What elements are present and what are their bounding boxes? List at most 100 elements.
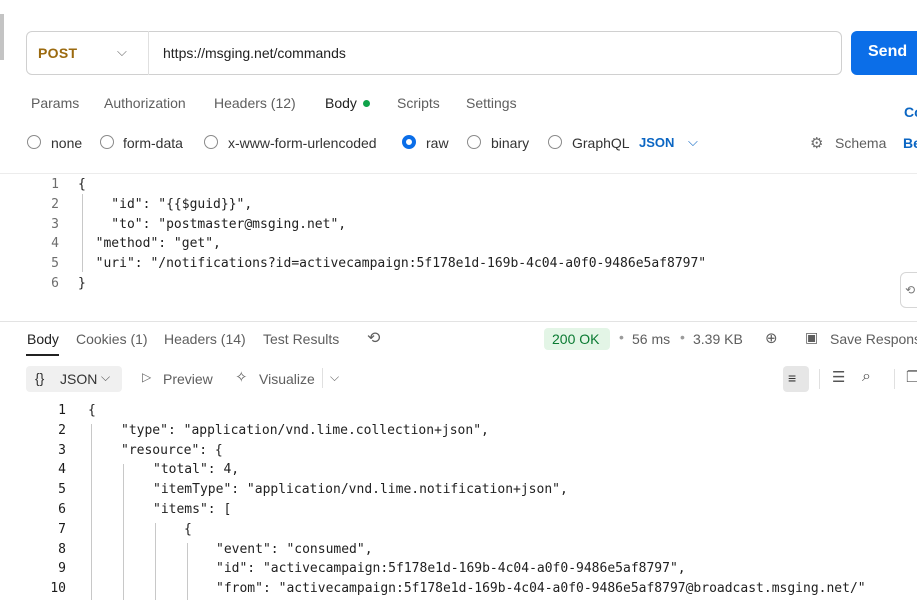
code-line: "from": "activecampaign:5f178e1d-169b-4c… [216,581,866,596]
response-size[interactable]: 3.39 KB [693,331,743,347]
chevron-down-icon[interactable]: ⌵ [688,134,698,150]
response-tab-headers[interactable]: Headers (14) [164,331,246,347]
code-line: "event": "consumed", [216,542,373,557]
separator-dot: • [619,329,624,345]
code-line: "id": "activecampaign:5f178e1d-169b-4c04… [216,561,686,576]
radio-binary[interactable] [467,135,481,149]
tab-params[interactable]: Params [31,95,79,111]
preview-button[interactable]: Preview [163,371,213,387]
code-line[interactable]: } [78,276,86,291]
radio-label-none: none [51,135,83,151]
line-number: 6 [58,502,66,517]
divider [0,173,917,174]
tab-body[interactable]: Body [325,95,357,111]
code-line[interactable]: { [78,177,86,192]
radio-none[interactable] [27,135,41,149]
indent-guide [187,543,188,600]
top-toolbar-strip [0,0,917,22]
chevron-down-icon[interactable]: ⌵ [101,370,110,385]
tab-authorization[interactable]: Authorization [104,95,186,111]
radio-form-data[interactable] [100,135,114,149]
line-number: 7 [58,522,66,537]
code-line[interactable]: "id": "{{$guid}}", [80,197,252,212]
chevron-down-icon[interactable]: ⌵ [117,44,127,60]
radio-raw[interactable] [402,135,416,149]
history-icon[interactable]: ⟲ [367,328,380,348]
code-line: "resource": { [121,443,223,458]
divider [148,31,149,75]
response-tab-cookies[interactable]: Cookies (1) [76,331,148,347]
line-number: 5 [58,482,66,497]
line-number: 9 [58,561,66,576]
copy-icon[interactable]: ❐ [906,368,917,386]
code-line: "total": 4, [153,462,240,477]
url-input[interactable]: https://msging.net/commands [163,45,346,61]
line-number: 1 [51,177,59,192]
code-line: "type": "application/vnd.lime.collection… [121,423,489,438]
code-line: { [88,403,96,418]
radio-label-graphql: GraphQL [572,135,630,151]
response-tab-body[interactable]: Body [27,331,59,347]
visualize-icon[interactable]: ✧ [235,368,248,386]
radio-label-urlencoded: x-www-form-urlencoded [228,135,377,151]
beautify-link[interactable]: Be [903,135,917,151]
schema-icon[interactable]: ⚙ [810,134,823,152]
status-badge[interactable]: 200 OK [544,328,610,350]
globe-icon[interactable]: ⊕ [765,329,778,347]
play-icon[interactable]: ▷ [142,370,151,384]
response-tab-test-results[interactable]: Test Results [263,331,339,347]
radio-label-form-data: form-data [123,135,183,151]
sidebar-scrollbar[interactable] [0,14,4,60]
separator-dot: • [680,329,685,345]
method-select[interactable]: POST [38,45,77,61]
save-icon[interactable]: ▣ [805,329,818,346]
cookies-link[interactable]: Co [904,104,917,120]
filter-icon[interactable]: ☰ [832,368,845,386]
chevron-down-icon[interactable]: ⌵ [330,370,339,385]
save-response-button[interactable]: Save Response [830,331,917,347]
indent-guide [123,464,124,600]
line-number: 6 [51,276,59,291]
pane-divider[interactable] [0,321,917,322]
line-number: 5 [51,256,59,271]
send-button[interactable]: Send [851,31,917,75]
line-number: 4 [51,236,59,251]
editor-side-handle[interactable]: ⟲ [900,272,917,308]
code-line: "items": [ [153,502,232,517]
divider [894,369,895,389]
active-tab-underline [26,354,59,356]
body-modified-dot [363,100,370,107]
braces-icon: {} [35,370,45,386]
line-number: 3 [51,217,59,232]
radio-x-www-form-urlencoded[interactable] [204,135,218,149]
tab-scripts[interactable]: Scripts [397,95,440,111]
tab-settings[interactable]: Settings [466,95,517,111]
visualize-button[interactable]: Visualize [259,371,315,387]
divider [819,369,820,389]
body-format-select[interactable]: JSON [639,135,674,150]
schema-button[interactable]: Schema [835,135,886,151]
radio-label-binary: binary [491,135,530,151]
line-number: 8 [58,542,66,557]
line-number: 10 [50,581,66,596]
radio-label-raw: raw [426,135,449,151]
code-line[interactable]: "method": "get", [80,236,221,251]
response-format-label: JSON [60,371,98,387]
response-time[interactable]: 56 ms [632,331,670,347]
line-number: 4 [58,462,66,477]
indent-guide [155,523,156,600]
tab-headers[interactable]: Headers (12) [214,95,296,111]
line-number: 2 [58,423,66,438]
line-number: 1 [58,403,66,418]
line-number: 2 [51,197,59,212]
radio-graphql[interactable] [548,135,562,149]
search-icon[interactable]: ⌕ [862,368,871,386]
indent-guide [91,424,92,600]
code-line: "itemType": "application/vnd.lime.notifi… [153,482,568,497]
code-line[interactable]: "to": "postmaster@msging.net", [80,217,346,232]
wrap-lines-icon[interactable]: ≡ [783,366,809,392]
line-number: 3 [58,443,66,458]
divider [322,368,323,388]
code-line: { [184,522,192,537]
code-line[interactable]: "uri": "/notifications?id=activecampaign… [80,256,707,271]
